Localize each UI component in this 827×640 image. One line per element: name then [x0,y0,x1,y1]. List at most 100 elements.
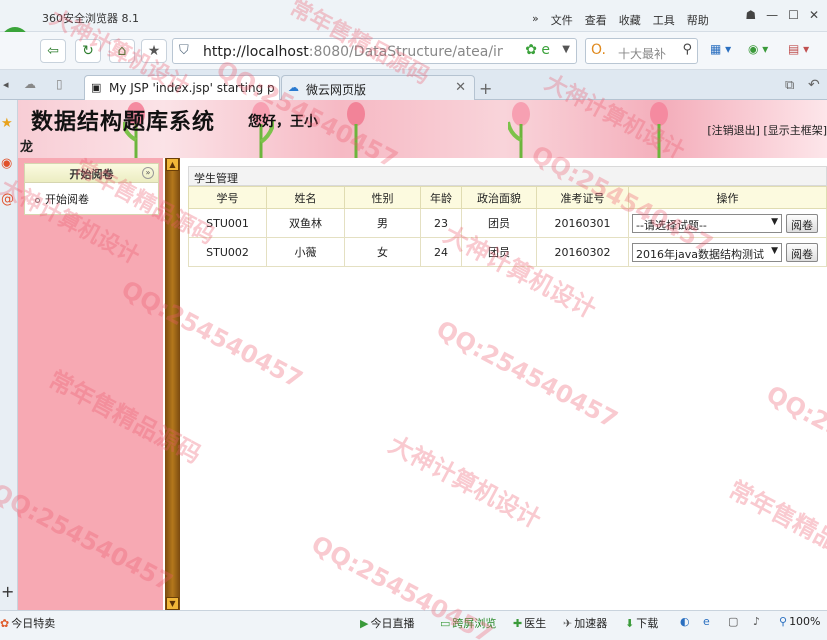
grade-button[interactable]: 阅卷 [786,213,818,233]
grade-button[interactable]: 阅卷 [786,242,818,262]
download-icon: ⬇ [625,617,635,630]
gift-icon: ✿ [0,617,10,630]
menu-arrow-icon[interactable]: » [532,12,539,28]
status-label: 今日直播 [370,617,415,630]
content-area: 学生管理 学号 姓名 性别 年龄 政治面貌 准考证号 操作 STU001 双鱼林… [188,166,827,610]
zoom-level: 100% [789,615,821,628]
search-engine-icon[interactable]: O. [591,42,606,58]
tab-label: My JSP 'index.jsp' starting p [109,81,275,95]
pdf-icon[interactable]: ▤ ▾ [788,42,809,56]
skin-icon[interactable]: ☗ [745,8,756,22]
layout-splitter[interactable]: ▲ ▼ [165,158,180,610]
status-label: 下载 [636,617,659,630]
play-icon: ▶ [360,617,369,630]
ie-mode-icon[interactable]: ✿ e [525,42,550,58]
menu-file[interactable]: 文件 [551,12,573,28]
browser-sidebar: ★ ◉ @ + [0,100,18,610]
menu-favorites[interactable]: 收藏 [619,12,641,28]
student-gender: 女 [344,237,421,267]
exam-select[interactable]: 2016年java数据结构测试 ▼ [632,242,782,262]
exam-select[interactable]: --请选择试题-- ▼ [632,213,782,233]
wallet-icon[interactable]: ◉ ▾ [748,42,768,56]
clean-icon[interactable]: ▢ [728,615,738,628]
zoom-icon: ⚲ [779,615,788,628]
cross-screen-link[interactable]: ▭ 跨屏浏览 [440,615,496,631]
header-banner: 数据结构题库系统 您好，王小 龙 [注销退出] [显示主框架] [18,100,827,158]
menu-panel-title: 开始阅卷 [69,168,114,181]
zoom-control[interactable]: ⚲ 100% [779,615,821,628]
search-icon[interactable]: ⚲ [682,42,692,57]
maximize-button[interactable]: ☐ [788,8,799,22]
volume-icon[interactable]: ♪ [753,615,760,628]
table-header-row: 学号 姓名 性别 年龄 政治面貌 准考证号 操作 [188,186,827,209]
exam-select-value: --请选择试题-- [636,218,707,232]
favorites-icon[interactable]: ★ [1,116,13,131]
column-header: 操作 [628,186,827,209]
search-box[interactable]: O. 十大最补 ⚲ [585,38,698,64]
column-header: 年龄 [420,186,462,209]
add-sidebar-icon[interactable]: + [1,582,14,601]
today-sale-link[interactable]: ✿ 今日特卖 [0,615,55,631]
student-exam-number: 20160301 [536,208,629,238]
url-dropdown-icon[interactable]: ▼ [562,44,570,55]
url-text[interactable]: http://localhost:8080/DataStructure/atea… [203,44,503,60]
splitter-down-icon[interactable]: ▼ [166,597,179,610]
status-label: 医生 [524,617,547,630]
new-tab-icon[interactable]: + [479,79,492,98]
back-icon[interactable]: ⇦ [40,39,66,63]
tab-index-jsp[interactable]: ▣ My JSP 'index.jsp' starting p [84,75,280,100]
rocket-icon: ✈ [563,617,573,630]
address-bar[interactable]: ⛉ http://localhost:8080/DataStructure/at… [172,38,577,64]
tab-label: 微云网页版 [306,83,367,97]
minimize-button[interactable]: — [766,8,778,22]
student-politics: 团员 [461,237,537,267]
shield-icon: ⛉ [179,43,189,58]
column-header: 性别 [344,186,421,209]
splitter-up-icon[interactable]: ▲ [166,158,179,171]
live-link[interactable]: ▶ 今日直播 [360,615,414,631]
accelerator-link[interactable]: ✈ 加速器 [563,615,607,631]
cloud-icon[interactable]: ☁ [24,77,36,91]
menu-panel: 开始阅卷 » 开始阅卷 [24,163,159,215]
menu-panel-header[interactable]: 开始阅卷 » [25,164,158,183]
collapse-icon[interactable]: » [142,167,154,179]
mail-icon[interactable]: @ [1,192,14,207]
page-thumbnail-icon: ▣ [91,81,102,94]
ie-icon[interactable]: e [703,615,710,628]
doctor-link[interactable]: ✚ 医生 [513,615,546,631]
weiyun-icon: ☁ [288,81,299,94]
apps-grid-icon[interactable]: ▦ ▾ [710,42,731,56]
home-icon[interactable]: ⌂ [109,39,135,63]
table-row: STU002 小薇 女 24 团员 20160302 2016年java数据结构… [188,237,827,267]
download-link[interactable]: ⬇ 下载 [625,615,658,631]
column-header: 准考证号 [536,186,629,209]
menu-item-start-grading[interactable]: 开始阅卷 [25,183,158,207]
web-page: 数据结构题库系统 您好，王小 龙 [注销退出] [显示主框架] 开始阅卷 » 开… [18,100,827,610]
student-name: 双鱼林 [266,208,345,238]
menu-view[interactable]: 查看 [585,12,607,28]
tulip-decoration [508,102,530,158]
header-links[interactable]: [注销退出] [显示主框架] [707,122,827,138]
exam-select-value: 2016年java数据结构测试 [636,247,765,261]
status-label: 加速器 [574,617,608,630]
navigation-bar: ⇦ ↻ ⌂ ★ ⛉ http://localhost:8080/DataStru… [0,32,827,70]
favorite-star-icon[interactable]: ★ [141,39,167,63]
page-icon[interactable]: ▯ [56,77,63,91]
panel-title: 学生管理 [188,166,827,186]
network-icon[interactable]: ◐ [680,615,690,628]
actions-cell: --请选择试题-- ▼ 阅卷 [628,208,827,238]
undo-close-icon[interactable]: ↶ [808,77,820,93]
menu-tools[interactable]: 工具 [653,12,675,28]
search-input[interactable]: 十大最补 [618,45,666,62]
close-window-button[interactable]: ✕ [809,8,819,22]
close-tab-icon[interactable]: ✕ [455,80,466,95]
tab-weiyun[interactable]: ☁ 微云网页版 ✕ [281,75,475,100]
chevron-down-icon: ▼ [771,216,778,227]
menu-help[interactable]: 帮助 [687,12,709,28]
doctor-icon: ✚ [513,617,523,630]
weibo-icon[interactable]: ◉ [1,156,12,171]
student-politics: 团员 [461,208,537,238]
sidebar-toggle-icon[interactable]: ◂ [3,78,9,91]
tab-list-icon[interactable]: ⧉ [785,78,794,93]
refresh-icon[interactable]: ↻ [75,39,101,63]
